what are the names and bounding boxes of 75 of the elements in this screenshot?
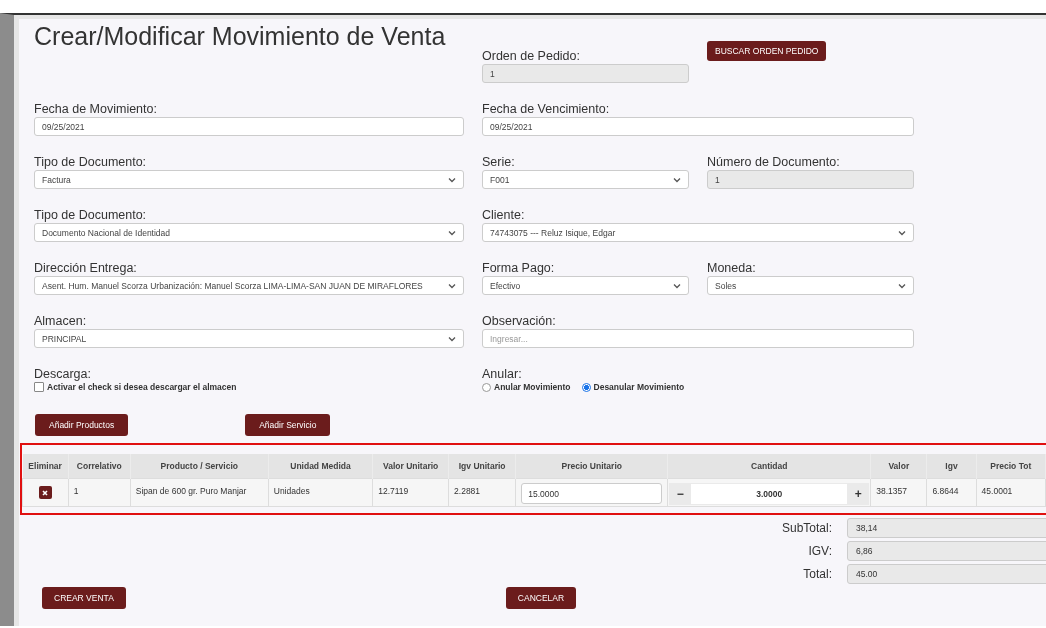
add-button[interactable]: Añadir Productos [35, 414, 129, 436]
field-label: Fecha de Movimiento: [34, 102, 157, 117]
total-label: SubTotal: [780, 521, 832, 535]
input-field[interactable]: 09/25/2021 [34, 117, 464, 136]
chevron-icon [448, 282, 456, 289]
select-field[interactable]: Soles [707, 276, 914, 295]
table-cell: 12.7119 [372, 478, 449, 507]
column-header: Precio Tot [976, 454, 1046, 479]
checkbox-label: Activar el check si desea descargar el almacen [47, 382, 237, 392]
field-label: Moneda: [707, 261, 756, 276]
decrement-button[interactable]: − [669, 487, 692, 501]
select-field[interactable]: F001 [482, 170, 689, 189]
total-field: 45.00 [847, 564, 1046, 584]
checkbox[interactable] [34, 382, 44, 392]
chevron-icon [448, 229, 456, 236]
select-field[interactable]: 74743075 --- Reluz Isique, Edgar [482, 223, 914, 242]
cancel-button[interactable]: CANCELAR [505, 587, 577, 609]
chevron-icon [673, 282, 681, 289]
field-label: Anular: [482, 367, 522, 382]
field-label: Tipo de Documento: [34, 208, 147, 223]
add-button[interactable]: Añadir Servicio [245, 414, 331, 436]
column-header: Precio Unitario [515, 454, 668, 479]
column-header: Igv Unitario [448, 454, 516, 479]
field-label: Número de Documento: [707, 155, 840, 170]
chevron-icon [673, 176, 681, 183]
radio-button[interactable] [482, 382, 491, 392]
select-field[interactable]: Efectivo [482, 276, 689, 295]
chevron-icon [898, 229, 906, 236]
field-label: Dirección Entrega: [34, 261, 137, 276]
column-header: Igv [926, 454, 977, 479]
search-order-button[interactable]: BUSCAR ORDEN PEDIDO [707, 41, 827, 61]
field-label: Tipo de Documento: [34, 155, 147, 170]
close-icon [42, 489, 49, 496]
delete-button[interactable] [38, 486, 52, 499]
table-cell: Unidades [268, 478, 373, 507]
column-header: Eliminar [22, 454, 69, 479]
select-field[interactable]: Asent. Hum. Manuel Scorza Urbanización: Manuel Scorza LIMA-LIMA-SAN JUAN DE MIRAFLORES [34, 276, 464, 295]
column-header: Unidad Medida [268, 454, 373, 479]
input-field[interactable]: 09/25/2021 [482, 117, 914, 136]
radio-label: Anular Movimiento [494, 382, 571, 392]
column-header: Valor Unitario [372, 454, 449, 479]
field-label: Fecha de Vencimiento: [482, 102, 610, 117]
field-label: Descarga: [34, 367, 91, 382]
select-field[interactable]: Documento Nacional de Identidad [34, 223, 464, 242]
radio-button[interactable] [581, 382, 591, 392]
quantity-input[interactable]: 3.0000 [691, 484, 848, 504]
total-field: 6,86 [847, 541, 1046, 561]
field-label: Serie: [482, 155, 515, 170]
price-input[interactable]: 15.0000 [521, 483, 663, 504]
increment-button[interactable]: + [847, 487, 870, 501]
table-cell: 1 [68, 478, 131, 507]
total-label: IGV: [807, 544, 832, 558]
field-label: Almacen: [34, 314, 87, 329]
total-label: Total: [802, 567, 832, 581]
chevron-icon [448, 176, 456, 183]
table-cell: 2.2881 [448, 478, 516, 507]
field-label: Forma Pago: [482, 261, 555, 276]
select-field[interactable]: PRINCIPAL [34, 329, 464, 348]
column-header: Correlativo [68, 454, 131, 479]
table-cell: 45.0001 [976, 478, 1046, 507]
table-cell: 6.8644 [926, 478, 977, 507]
create-sale-button[interactable]: CREAR VENTA [42, 587, 126, 609]
chevron-icon [898, 282, 906, 289]
field-label: Observación: [482, 314, 556, 329]
table-cell: Sipan de 600 gr. Puro Manjar [130, 478, 269, 507]
total-field: 38,14 [847, 518, 1046, 538]
table-cell: 38.1357 [870, 478, 927, 507]
field-label: Cliente: [482, 208, 525, 223]
column-header: Cantidad [667, 454, 871, 479]
radio-label: Desanular Movimiento [593, 382, 685, 392]
column-header: Producto / Servicio [130, 454, 269, 479]
field-label: Orden de Pedido: [482, 49, 580, 64]
select-field[interactable]: Factura [34, 170, 464, 189]
chevron-icon [448, 335, 456, 342]
column-header: Valor [870, 454, 927, 479]
